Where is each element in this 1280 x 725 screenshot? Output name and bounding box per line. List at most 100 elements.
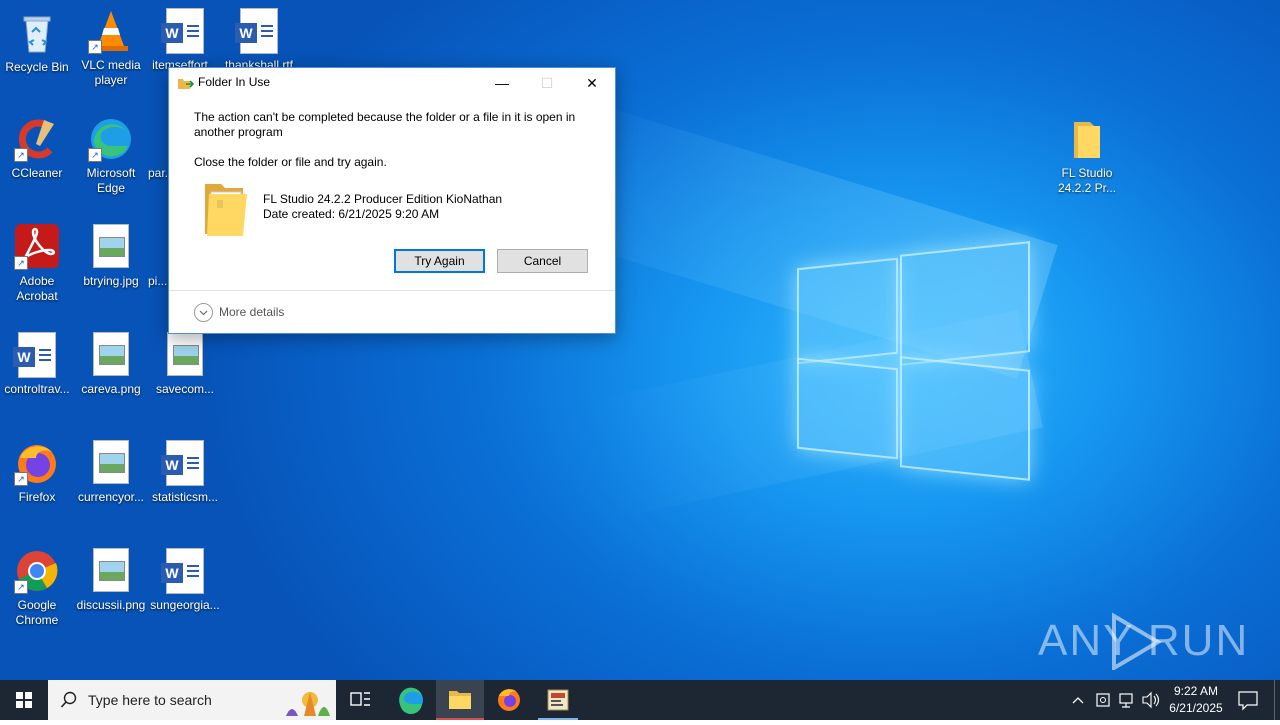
shortcut-arrow-icon: ↗ — [14, 148, 28, 162]
edge-icon — [399, 687, 423, 715]
watermark-text: ANY RUN — [1038, 616, 1250, 665]
chevron-up-icon — [1072, 697, 1084, 704]
folder-icon — [1064, 116, 1110, 162]
desktop-icon-fl-studio-folder[interactable]: FL Studio 24.2.2 Pr... — [1050, 116, 1124, 196]
desktop-icon-label: CCleaner — [11, 166, 63, 180]
search-icon — [60, 691, 78, 714]
minimize-button[interactable]: — — [479, 68, 525, 98]
desktop-icon-currencyor[interactable]: currencyor... — [74, 440, 148, 505]
desktop-icon-label: sungeorgia... — [150, 598, 220, 612]
taskbar-edge-button[interactable] — [387, 680, 435, 720]
desktop-icon-sungeorgia[interactable]: W sungeorgia... — [148, 548, 222, 613]
dialog-instruction: Close the folder or file and try again. — [194, 155, 387, 169]
desktop-icon-edge[interactable]: ↗ Microsoft Edge — [74, 116, 148, 196]
firefox-icon: ↗ — [14, 440, 60, 486]
start-button[interactable] — [0, 680, 48, 720]
item-name: FL Studio 24.2.2 Producer Edition KioNat… — [263, 192, 503, 206]
desktop-icon-recycle-bin[interactable]: Recycle Bin — [0, 10, 74, 75]
cancel-button[interactable]: Cancel — [497, 249, 588, 273]
edge-icon: ↗ — [88, 116, 134, 162]
image-file-icon — [88, 548, 134, 594]
word-document-icon: W — [235, 8, 282, 54]
desktop-icon-careva[interactable]: careva.png — [74, 332, 148, 397]
show-desktop-button[interactable] — [1274, 680, 1280, 720]
volume-button[interactable] — [1140, 680, 1162, 720]
desktop-icon-label: btrying.jpg — [83, 274, 139, 288]
word-document-icon: W — [13, 332, 60, 378]
taskbar-app-button[interactable] — [534, 680, 582, 720]
dialog-titlebar[interactable]: Folder In Use — ☐ ✕ — [169, 68, 615, 98]
try-again-button[interactable]: Try Again — [394, 249, 485, 273]
image-file-icon — [88, 332, 134, 378]
desktop-icon-label: Adobe Acrobat — [16, 274, 58, 303]
desktop-icon-discussii[interactable]: discussii.png — [74, 548, 148, 613]
anyrun-watermark: ANY RUN — [1038, 612, 1249, 670]
desktop-icon-label: Google Chrome — [15, 598, 59, 627]
dialog-divider — [169, 290, 615, 291]
desktop-icon-thankshall[interactable]: W thankshall.rtf — [222, 8, 296, 73]
folder-icon — [449, 691, 471, 709]
desktop-icon-chrome[interactable]: ↗ Google Chrome — [0, 548, 74, 628]
taskbar-firefox-button[interactable] — [485, 680, 533, 720]
desktop-icon-vlc[interactable]: ↗ VLC media player — [74, 8, 148, 88]
search-placeholder: Type here to search — [88, 692, 212, 708]
desktop-icon-itemseffort[interactable]: W itemseffort... — [148, 8, 222, 73]
desktop-icon-adobe-acrobat[interactable]: ↗ Adobe Acrobat — [0, 224, 74, 304]
desktop-icon-label: controltrav... — [4, 382, 70, 396]
minimize-icon: — — [495, 75, 509, 91]
desktop-icon-label: currencyor... — [77, 490, 145, 504]
desktop-icon-label: statisticsm... — [151, 490, 218, 504]
search-highlight-illustration-icon — [266, 682, 334, 723]
desktop-icon-btrying[interactable]: btrying.jpg — [74, 224, 148, 289]
clock-date: 6/21/2025 — [1169, 701, 1223, 715]
chrome-icon: ↗ — [14, 548, 60, 594]
desktop: Recycle Bin ↗ VLC media player W itemsef… — [0, 0, 1280, 680]
image-file-icon — [88, 224, 134, 270]
item-date: Date created: 6/21/2025 9:20 AM — [263, 207, 440, 221]
show-hidden-icons-button[interactable] — [1068, 680, 1088, 720]
shortcut-arrow-icon: ↗ — [88, 148, 102, 162]
desktop-icon-label: Recycle Bin — [5, 60, 69, 74]
chevron-down-icon — [194, 303, 213, 322]
desktop-icon-statisticsm[interactable]: W statisticsm... — [148, 440, 222, 505]
desktop-icon-label: VLC media player — [81, 58, 141, 87]
notification-icon — [1238, 691, 1258, 711]
shortcut-arrow-icon: ↗ — [88, 40, 102, 54]
dialog-message: The action can't be completed because th… — [194, 110, 576, 139]
desktop-icon-label: careva.png — [81, 382, 141, 396]
network-icon — [1119, 693, 1133, 708]
desktop-icon-label: discussii.png — [76, 598, 146, 612]
desktop-icon-ccleaner[interactable]: ↗ CCleaner — [0, 116, 74, 181]
desktop-icon-controltrav[interactable]: W controltrav... — [0, 332, 74, 397]
more-details-label: More details — [219, 305, 285, 319]
firefox-icon — [498, 689, 520, 711]
folder-in-use-dialog: Folder In Use — ☐ ✕ The action can't be … — [168, 67, 616, 334]
word-document-icon: W — [161, 440, 208, 486]
task-view-button[interactable] — [336, 680, 384, 720]
taskbar-file-explorer-button[interactable] — [436, 680, 484, 720]
installer-app-icon — [547, 689, 569, 711]
desktop-icon-firefox[interactable]: ↗ Firefox — [0, 440, 74, 505]
tray-device-icon-button[interactable] — [1092, 680, 1114, 720]
desktop-icon-label: Microsoft Edge — [86, 166, 136, 195]
file-icon — [150, 224, 170, 270]
word-document-icon: W — [161, 8, 208, 54]
desktop-icon-savecom[interactable]: savecom... — [148, 332, 222, 397]
shortcut-arrow-icon: ↗ — [14, 580, 28, 594]
image-file-icon — [88, 440, 134, 486]
recycle-bin-icon — [14, 10, 60, 56]
clock[interactable]: 9:22 AM 6/21/2025 — [1164, 680, 1228, 720]
ccleaner-icon: ↗ — [14, 116, 60, 162]
taskbar: Type here to search 9:22 AM 6/21/2025 — [0, 680, 1280, 720]
network-button[interactable] — [1116, 680, 1138, 720]
acrobat-icon: ↗ — [14, 224, 60, 270]
close-button[interactable]: ✕ — [569, 68, 615, 98]
desktop-icon-label: FL Studio 24.2.2 Pr... — [1057, 166, 1117, 195]
close-icon: ✕ — [586, 75, 598, 91]
maximize-button: ☐ — [524, 68, 570, 98]
taskbar-search-box[interactable]: Type here to search — [48, 680, 336, 720]
usb-device-icon — [1096, 693, 1110, 707]
action-center-button[interactable] — [1232, 680, 1264, 720]
desktop-icon-label: Firefox — [18, 490, 56, 504]
folder-item-icon — [203, 178, 251, 243]
